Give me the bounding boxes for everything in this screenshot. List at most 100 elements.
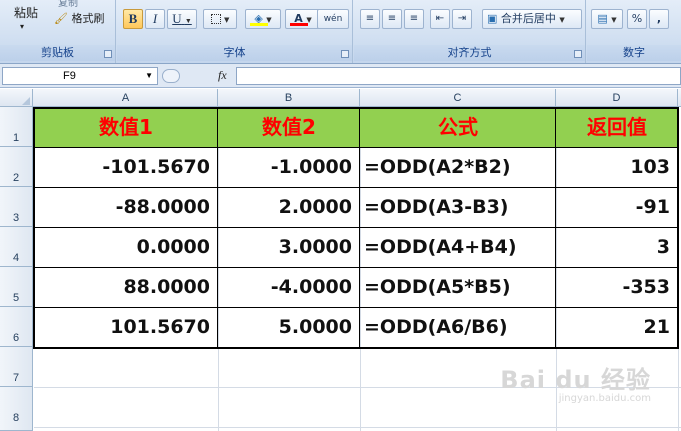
column-header-a[interactable]: A [34, 89, 218, 107]
paste-button[interactable]: 粘贴 [14, 4, 38, 21]
clipboard-group-label: 剪贴板 [0, 45, 115, 61]
table-border [34, 307, 678, 308]
formula-input[interactable] [236, 67, 681, 85]
header-cell-value1[interactable]: 数值1 [34, 107, 218, 147]
bold-button[interactable]: B [123, 9, 143, 29]
chevron-down-icon: ▼ [184, 17, 192, 25]
row-header[interactable]: 6 [0, 307, 32, 347]
cell-d3[interactable]: -91 [556, 187, 678, 227]
clipboard-dialog-launcher-icon[interactable] [104, 50, 112, 58]
phonetic-button[interactable]: wén [317, 9, 349, 29]
accounting-format-button[interactable]: ▤ ▼ [591, 9, 623, 29]
number-group-label: 数字 [587, 45, 681, 61]
borders-button[interactable]: ▼ [203, 9, 237, 29]
format-painter-label: 格式刷 [71, 12, 105, 25]
fill-color-button[interactable]: ◈ ▼ [245, 9, 281, 29]
cell-c4[interactable]: =ODD(A4+B4) [360, 227, 556, 267]
format-painter-icon: 🖌 [54, 12, 68, 25]
cell-a6[interactable]: 101.5670 [34, 307, 218, 347]
cell-c3[interactable]: =ODD(A3-B3) [360, 187, 556, 227]
comma-style-button[interactable]: , [649, 9, 669, 29]
alignment-group: ≡ ≡ ≡ ⇤ ⇥ ▣ 合并后居中 ▼ 对齐方式 [354, 0, 586, 63]
header-cell-value2[interactable]: 数值2 [218, 107, 360, 147]
cell-b2[interactable]: -1.0000 [218, 147, 360, 187]
alignment-group-label: 对齐方式 [354, 45, 585, 61]
row-header[interactable]: 5 [0, 267, 32, 307]
merge-cells-icon: ▣ [487, 12, 498, 25]
header-cell-result[interactable]: 返回值 [556, 107, 678, 147]
cell-d5[interactable]: -353 [556, 267, 678, 307]
row-headers: 1 2 3 4 5 6 7 8 [0, 107, 33, 431]
cell-b3[interactable]: 2.0000 [218, 187, 360, 227]
table-row: 101.5670 5.0000 =ODD(A6/B6) 21 [34, 307, 678, 347]
table-row: 0.0000 3.0000 =ODD(A4+B4) 3 [34, 227, 678, 267]
underline-button[interactable]: U ▼ [167, 9, 197, 29]
copy-button[interactable]: 复制 [58, 0, 78, 9]
paste-dropdown-icon[interactable]: ▾ [20, 22, 24, 31]
cell-c2[interactable]: =ODD(A2*B2) [360, 147, 556, 187]
chevron-down-icon: ▼ [559, 16, 565, 24]
underline-label: U [172, 11, 182, 26]
column-header-b[interactable]: B [218, 89, 360, 107]
table-border [34, 187, 678, 188]
table-border [34, 147, 678, 148]
percent-style-button[interactable]: % [627, 9, 647, 29]
chevron-down-icon: ▼ [611, 16, 617, 24]
font-group-label: 字体 [117, 45, 352, 61]
merge-center-button[interactable]: ▣ 合并后居中 ▼ [482, 9, 582, 29]
alignment-dialog-launcher-icon[interactable] [574, 50, 582, 58]
font-dialog-launcher-icon[interactable] [341, 50, 349, 58]
align-left-icon[interactable]: ≡ [360, 9, 380, 29]
format-painter-button[interactable]: 🖌 格式刷 [54, 10, 104, 26]
column-header-d[interactable]: D [556, 89, 678, 107]
merge-center-label: 合并后居中 [500, 12, 556, 25]
row-header[interactable]: 4 [0, 227, 32, 267]
align-center-icon[interactable]: ≡ [382, 9, 402, 29]
chevron-down-icon[interactable]: ▼ [145, 68, 153, 84]
cell-a4[interactable]: 0.0000 [34, 227, 218, 267]
cell-d6[interactable]: 21 [556, 307, 678, 347]
cell-a5[interactable]: 88.0000 [34, 267, 218, 307]
formula-bar: F9 ▼ fx [0, 64, 681, 88]
column-header-c[interactable]: C [360, 89, 556, 107]
cell-b6[interactable]: 5.0000 [218, 307, 360, 347]
watermark-logo: Bai du 经验 [500, 366, 651, 394]
cell-c5[interactable]: =ODD(A5*B5) [360, 267, 556, 307]
formula-bar-splitter-icon[interactable] [162, 69, 180, 83]
select-all-button[interactable] [0, 89, 33, 107]
cell-a3[interactable]: -88.0000 [34, 187, 218, 227]
font-color-swatch [290, 23, 308, 26]
italic-button[interactable]: I [145, 9, 165, 29]
name-box[interactable]: F9 ▼ [2, 67, 158, 85]
font-group: B I U ▼ ▼ ◈ ▼ A ▼ wén 字体 [117, 0, 353, 63]
row-header[interactable]: 1 [0, 107, 32, 147]
insert-function-icon[interactable]: fx [218, 68, 227, 83]
cell-a2[interactable]: -101.5670 [34, 147, 218, 187]
currency-icon: ▤ [597, 12, 608, 25]
row-header[interactable]: 8 [0, 387, 32, 431]
align-right-icon[interactable]: ≡ [404, 9, 424, 29]
row-header[interactable]: 2 [0, 147, 32, 187]
fill-color-swatch [250, 23, 268, 26]
row-header[interactable]: 7 [0, 347, 32, 387]
cell-d2[interactable]: 103 [556, 147, 678, 187]
header-cell-formula[interactable]: 公式 [360, 107, 556, 147]
phonetic-icon: wén [323, 14, 343, 24]
increase-indent-icon[interactable]: ⇥ [452, 9, 472, 29]
row-header[interactable]: 3 [0, 187, 32, 227]
borders-icon [210, 14, 221, 24]
gridline [678, 107, 679, 431]
cell-c6[interactable]: =ODD(A6/B6) [360, 307, 556, 347]
column-headers: A B C D [0, 89, 681, 107]
cell-b5[interactable]: -4.0000 [218, 267, 360, 307]
decrease-indent-icon[interactable]: ⇤ [430, 9, 450, 29]
cell-b4[interactable]: 3.0000 [218, 227, 360, 267]
formula-tools: fx [162, 67, 234, 85]
font-color-button[interactable]: A ▼ [285, 9, 321, 29]
cell-d4[interactable]: 3 [556, 227, 678, 267]
table-border [34, 267, 678, 268]
table-header-row: 数值1 数值2 公式 返回值 [34, 107, 678, 147]
number-group: ▤ ▼ % , 数字 [587, 0, 681, 63]
watermark: Bai du 经验 jingyan.baidu.com [500, 360, 651, 404]
table-row: -101.5670 -1.0000 =ODD(A2*B2) 103 [34, 147, 678, 187]
